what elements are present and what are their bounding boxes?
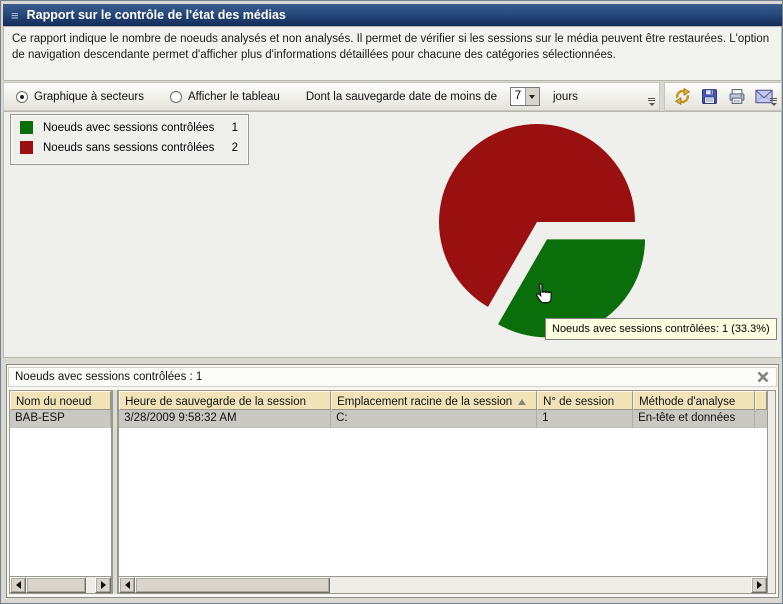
title-bar: Rapport sur le contrôle de l'état des mé…	[3, 4, 782, 26]
column-header-session-number[interactable]: N° de session	[537, 391, 633, 410]
legend-swatch-red	[20, 141, 33, 154]
days-dropdown[interactable]: 7	[510, 87, 540, 106]
legend-label: Noeuds avec sessions contrôlées	[43, 122, 222, 134]
toolbar-overflow-icon[interactable]	[768, 96, 779, 108]
column-header-node-name[interactable]: Nom du noeud	[10, 391, 111, 410]
scrollbar-track[interactable]	[26, 577, 95, 593]
days-dropdown-value: 7	[511, 88, 525, 105]
legend-label: Noeuds sans sessions contrôlées	[43, 142, 222, 154]
print-icon	[728, 88, 746, 105]
cell-backup-time[interactable]: 3/28/2009 9:58:32 AM	[119, 410, 331, 428]
table-empty-area	[10, 428, 111, 576]
column-header-filler	[755, 391, 767, 410]
refresh-button[interactable]	[672, 87, 694, 107]
toolbar-overflow-icon[interactable]	[646, 96, 657, 108]
radio-pie-chart[interactable]: Graphique à secteurs	[16, 91, 144, 103]
legend-item: Noeuds sans sessions contrôlées 2	[20, 141, 240, 154]
radio-pie-chart-label: Graphique à secteurs	[34, 91, 144, 103]
cell-node-name[interactable]: BAB-ESP	[10, 410, 111, 428]
radio-show-table-control[interactable]	[170, 91, 182, 103]
scroll-left-button[interactable]	[10, 577, 26, 593]
print-button[interactable]	[726, 87, 748, 107]
report-description: Ce rapport indique le nombre de noeuds a…	[3, 26, 782, 81]
vertical-scrollbar-track[interactable]	[768, 390, 776, 594]
table-empty-area	[119, 428, 767, 576]
node-name-pane: Nom du noeud BAB-ESP	[9, 390, 112, 594]
chart-area: Noeuds avec sessions contrôlées 1 Noeuds…	[3, 111, 782, 358]
chevron-down-icon[interactable]	[525, 88, 539, 105]
legend-item: Noeuds avec sessions contrôlées 1	[20, 121, 240, 134]
table-row[interactable]: BAB-ESP	[10, 410, 111, 428]
session-details-pane: Heure de sauvegarde de la session Emplac…	[118, 390, 768, 594]
drilldown-header: Noeuds avec sessions contrôlées : 1	[8, 367, 777, 387]
refresh-icon	[674, 88, 691, 105]
toolbar: Graphique à secteurs Afficher le tableau…	[3, 82, 782, 111]
filter-label: Dont la sauvegarde date de moins de	[306, 91, 497, 103]
left-horizontal-scrollbar[interactable]	[10, 576, 111, 593]
legend-swatch-green	[20, 121, 33, 134]
close-button[interactable]	[756, 370, 770, 384]
filter-unit-label: jours	[553, 91, 578, 103]
scroll-left-button[interactable]	[119, 577, 135, 593]
table-header-row: Heure de sauvegarde de la session Emplac…	[119, 391, 767, 410]
scroll-right-button[interactable]	[95, 577, 111, 593]
right-horizontal-scrollbar[interactable]	[119, 576, 767, 593]
table-row[interactable]: 3/28/2009 9:58:32 AM C: 1 En-tête et don…	[119, 410, 767, 428]
cell-scan-method[interactable]: En-tête et données	[633, 410, 755, 428]
chart-tooltip: Noeuds avec sessions contrôlées: 1 (33.3…	[545, 318, 777, 340]
cell-filler	[755, 410, 767, 428]
chart-legend: Noeuds avec sessions contrôlées 1 Noeuds…	[10, 114, 249, 165]
cell-root-path[interactable]: C:	[331, 410, 537, 428]
scrollbar-thumb[interactable]	[135, 577, 330, 593]
table-header-row: Nom du noeud	[10, 391, 111, 410]
drilldown-tables: Nom du noeud BAB-ESP	[9, 390, 776, 594]
radio-show-table-label: Afficher le tableau	[188, 91, 280, 103]
legend-value: 2	[232, 142, 240, 154]
save-button[interactable]	[699, 87, 721, 107]
legend-value: 1	[232, 122, 240, 134]
drilldown-title: Noeuds avec sessions contrôlées : 1	[15, 371, 756, 383]
drilldown-panel: Noeuds avec sessions contrôlées : 1 Nom …	[6, 364, 779, 598]
save-icon	[701, 88, 718, 105]
radio-show-table[interactable]: Afficher le tableau	[170, 91, 280, 103]
scroll-right-button[interactable]	[751, 577, 767, 593]
close-icon	[757, 371, 769, 383]
toolbar-filter-group: Graphique à secteurs Afficher le tableau…	[3, 82, 660, 111]
radio-pie-chart-control[interactable]	[16, 91, 28, 103]
list-icon	[11, 9, 19, 22]
sort-asc-icon	[518, 399, 526, 405]
report-window: Rapport sur le contrôle de l'état des mé…	[0, 0, 783, 604]
toolbar-actions-group	[664, 82, 782, 111]
scrollbar-track[interactable]	[135, 577, 751, 593]
column-header-root-path[interactable]: Emplacement racine de la session	[331, 391, 537, 410]
column-header-backup-time[interactable]: Heure de sauvegarde de la session	[119, 391, 331, 410]
column-header-scan-method[interactable]: Méthode d'analyse	[633, 391, 755, 410]
cell-session-number[interactable]: 1	[537, 410, 633, 428]
page-title: Rapport sur le contrôle de l'état des mé…	[27, 8, 286, 22]
scrollbar-thumb[interactable]	[26, 577, 86, 593]
